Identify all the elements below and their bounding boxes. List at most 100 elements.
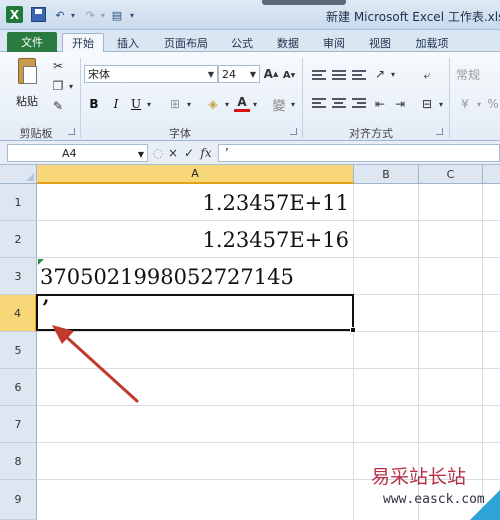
fill-handle[interactable] <box>350 327 356 333</box>
orientation-dropdown-icon[interactable]: ▾ <box>388 66 398 82</box>
currency-icon[interactable]: ¥ <box>456 95 474 113</box>
formula-bar-resize-icon[interactable]: ◌ <box>152 145 164 161</box>
row-header-1[interactable]: 1 <box>0 184 37 221</box>
font-color-icon[interactable]: A <box>234 94 250 112</box>
row-header-4[interactable]: 4 <box>0 295 37 332</box>
bold-button[interactable]: B <box>86 95 102 113</box>
borders-icon[interactable]: ⊞ <box>166 95 184 113</box>
increase-indent-icon[interactable]: ⇥ <box>392 95 408 113</box>
row-header-7[interactable]: 7 <box>0 406 37 443</box>
format-painter-icon[interactable]: ✎ <box>50 98 66 114</box>
phonetic-dropdown-icon[interactable]: ▾ <box>288 95 298 113</box>
align-bottom-icon[interactable] <box>352 70 366 81</box>
enter-icon[interactable]: ✓ <box>182 145 196 161</box>
customize-quick-access-icon[interactable]: ▾ <box>126 7 138 23</box>
redo-dropdown-icon[interactable]: ▾ <box>98 7 108 23</box>
formula-input[interactable]: ’ <box>218 144 500 162</box>
orientation-icon[interactable]: ↗ <box>372 66 388 82</box>
tab-data[interactable]: 数据 <box>270 33 306 52</box>
window-title: 新建 Microsoft Excel 工作表.xls <box>326 10 500 24</box>
underline-button[interactable]: U <box>128 95 144 113</box>
row-header-3[interactable]: 3 <box>0 258 37 295</box>
column-header-a[interactable]: A <box>37 165 354 184</box>
cancel-icon[interactable]: × <box>166 145 180 161</box>
chevron-down-icon: ▼ <box>207 70 214 79</box>
tab-home[interactable]: 开始 <box>62 33 104 52</box>
undo-dropdown-icon[interactable]: ▾ <box>68 7 78 23</box>
align-middle-icon[interactable] <box>332 70 346 81</box>
tab-formulas[interactable]: 公式 <box>224 33 260 52</box>
align-right-icon[interactable] <box>352 98 366 109</box>
column-header-c[interactable]: C <box>419 165 483 184</box>
row-header-8[interactable]: 8 <box>0 443 37 480</box>
quick-access-form-icon[interactable]: ▤ <box>108 7 126 23</box>
chevron-down-icon: ▼ <box>137 150 144 159</box>
tab-insert[interactable]: 插入 <box>110 33 146 52</box>
underline-dropdown-icon[interactable]: ▾ <box>144 95 154 113</box>
align-top-icon[interactable] <box>312 70 326 81</box>
percent-icon[interactable]: % <box>486 95 500 113</box>
merge-center-icon[interactable]: ⊟ <box>418 95 436 113</box>
font-name-value: 宋体 <box>88 68 110 81</box>
select-all-button[interactable] <box>0 165 37 184</box>
currency-dropdown-icon[interactable]: ▾ <box>474 95 484 113</box>
grow-font-icon[interactable]: A ▲ <box>264 66 279 82</box>
tab-file[interactable]: 文件 <box>7 32 57 52</box>
save-icon[interactable] <box>31 7 46 22</box>
cut-icon[interactable]: ✂ <box>50 58 66 74</box>
font-name-combo[interactable]: 宋体 ▼ <box>84 65 218 83</box>
gridline <box>37 442 500 443</box>
copy-dropdown-icon[interactable]: ▾ <box>66 78 76 94</box>
redo-icon[interactable]: ↷ <box>82 7 98 23</box>
paste-button[interactable]: 粘贴 <box>16 93 38 109</box>
font-size-value: 24 <box>222 67 236 81</box>
row-header-9[interactable]: 9 <box>0 480 37 520</box>
fill-color-icon[interactable]: ◈ <box>204 95 222 113</box>
arrow-annotation-icon <box>52 325 139 403</box>
borders-dropdown-icon[interactable]: ▾ <box>184 95 194 113</box>
row-header-2[interactable]: 2 <box>0 221 37 258</box>
cell-a2[interactable]: 1.23457E+16 <box>40 221 350 258</box>
wrap-text-icon[interactable]: ⤶ <box>418 66 436 84</box>
watermark-title: 易采站长站 <box>371 466 467 488</box>
tab-view[interactable]: 视图 <box>362 33 398 52</box>
excel-logo-icon[interactable]: X <box>6 6 23 23</box>
name-box-value: A4 <box>62 146 77 160</box>
copy-icon[interactable]: ❐ <box>50 78 66 94</box>
tab-addins[interactable]: 加载项 <box>408 33 456 52</box>
column-header-b[interactable]: B <box>354 165 419 184</box>
decrease-indent-icon[interactable]: ⇤ <box>372 95 388 113</box>
number-format-combo[interactable]: 常规 <box>456 66 496 82</box>
undo-icon[interactable]: ↶ <box>52 7 68 23</box>
row-header-5[interactable]: 5 <box>0 332 37 369</box>
merge-dropdown-icon[interactable]: ▾ <box>436 95 446 113</box>
name-box[interactable]: A4 ▼ <box>7 144 148 162</box>
fill-color-dropdown-icon[interactable]: ▾ <box>222 95 232 113</box>
ribbon: 粘贴 ✂ ❐ ▾ ✎ 剪贴板 宋体 ▼ 24 ▼ A ▲ A ▼ B I U ▾ ⊞… <box>0 52 500 141</box>
alignment-group-label: 对齐方式 <box>349 127 393 140</box>
font-color-dropdown-icon[interactable]: ▾ <box>250 95 260 113</box>
insert-function-icon[interactable]: fx <box>198 145 214 161</box>
italic-button[interactable]: I <box>108 95 124 113</box>
shrink-font-icon[interactable]: A ▼ <box>282 67 296 83</box>
row-header-6[interactable]: 6 <box>0 369 37 406</box>
tab-review[interactable]: 审阅 <box>316 33 352 52</box>
font-dialog-launcher-icon[interactable] <box>290 128 297 135</box>
align-center-icon[interactable] <box>332 98 346 109</box>
ribbon-tabs: 文件 开始 插入 页面布局 公式 数据 审阅 视图 加载项 <box>0 30 500 52</box>
paste-icon[interactable] <box>14 58 40 92</box>
phonetic-icon[interactable]: 變 <box>270 95 288 114</box>
column-header-d[interactable] <box>483 165 500 184</box>
gridline <box>353 184 354 520</box>
align-left-icon[interactable] <box>312 98 326 109</box>
clipboard-dialog-launcher-icon[interactable] <box>68 128 75 135</box>
font-group-label: 字体 <box>169 127 191 140</box>
cell-a3[interactable]: 3705021998052727145 <box>40 258 350 295</box>
cell-a1[interactable]: 1.23457E+11 <box>40 184 350 221</box>
tab-page-layout[interactable]: 页面布局 <box>158 33 214 52</box>
font-size-combo[interactable]: 24 ▼ <box>218 65 260 83</box>
chevron-down-icon: ▼ <box>249 70 256 79</box>
group-divider <box>449 58 450 138</box>
group-divider <box>80 58 81 138</box>
alignment-dialog-launcher-icon[interactable] <box>436 128 443 135</box>
